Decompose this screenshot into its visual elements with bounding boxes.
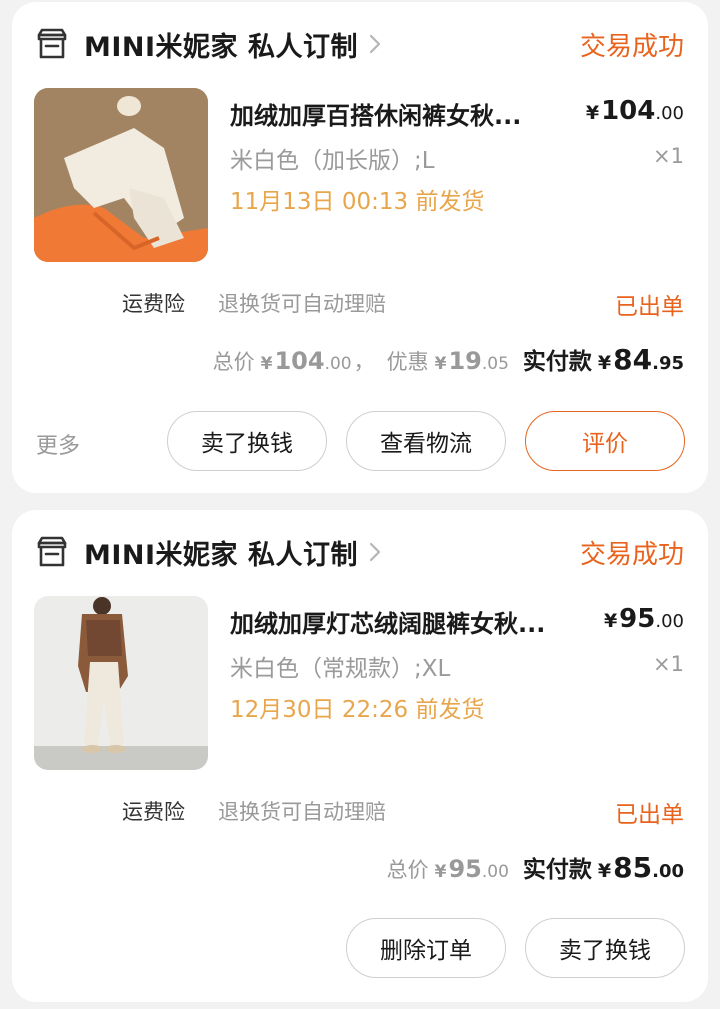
dispatch-status: 已出单 bbox=[615, 294, 684, 320]
product-image[interactable] bbox=[34, 88, 208, 262]
more-button[interactable]: 更多 bbox=[36, 428, 80, 460]
paid-label: 实付款 bbox=[522, 349, 592, 375]
order-card: MINI米妮家 私人订制 交易成功 加绒加厚百搭休闲裤女秋... ¥104.00… bbox=[12, 2, 708, 493]
unit-price: ¥95.00 bbox=[604, 604, 684, 634]
total-amount: ¥104.00 bbox=[260, 347, 352, 375]
order-card: MINI米妮家 私人订制 交易成功 加绒加厚灯芯绒阔腿裤女秋... ¥95.00… bbox=[12, 510, 708, 1002]
product-image[interactable] bbox=[34, 596, 208, 770]
currency-symbol: ¥ bbox=[585, 102, 600, 124]
chevron-right-icon bbox=[369, 542, 381, 562]
paid-amount: ¥84.95 bbox=[597, 343, 684, 376]
order-status: 交易成功 bbox=[579, 32, 684, 62]
shipping-insurance-desc: 退换货可自动理赔 bbox=[218, 292, 386, 316]
total-label: 总价 bbox=[212, 350, 255, 374]
shipping-insurance-label: 运费险 bbox=[122, 800, 185, 824]
chevron-right-icon bbox=[369, 34, 381, 54]
order-totals: 总价 ¥95.00 实付款 ¥85.00 bbox=[387, 850, 684, 884]
unit-price: ¥104.00 bbox=[586, 96, 684, 126]
price-integer: 95 bbox=[619, 604, 656, 634]
product-title[interactable]: 加绒加厚百搭休闲裤女秋... bbox=[230, 96, 521, 131]
paid-label: 实付款 bbox=[522, 857, 592, 883]
product-title[interactable]: 加绒加厚灯芯绒阔腿裤女秋... bbox=[230, 604, 545, 639]
price-decimal: .00 bbox=[655, 611, 684, 632]
total-amount: ¥95.00 bbox=[434, 855, 509, 883]
shop-header[interactable]: MINI米妮家 私人订制 bbox=[34, 532, 382, 572]
price-decimal: .00 bbox=[655, 103, 684, 124]
shop-header[interactable]: MINI米妮家 私人订制 bbox=[34, 24, 382, 64]
shop-name: MINI米妮家 私人订制 bbox=[84, 31, 358, 63]
product-variant: 米白色（常规款）;XL bbox=[230, 656, 451, 682]
discount-amount: ¥19.05 bbox=[434, 347, 509, 375]
review-button[interactable]: 评价 bbox=[525, 411, 685, 471]
quantity: ×1 bbox=[653, 652, 684, 676]
store-icon bbox=[37, 536, 67, 567]
order-status: 交易成功 bbox=[579, 540, 684, 570]
order-totals: 总价 ¥104.00 ， 优惠 ¥19.05 实付款 ¥84.95 bbox=[213, 342, 684, 376]
resell-button[interactable]: 卖了换钱 bbox=[525, 918, 685, 978]
product-variant: 米白色（加长版）;L bbox=[230, 148, 435, 174]
store-icon bbox=[37, 28, 67, 59]
paid-amount: ¥85.00 bbox=[597, 851, 684, 884]
quantity: ×1 bbox=[653, 144, 684, 168]
ship-by-date: 12月30日 22:26 前发货 bbox=[230, 697, 485, 723]
separator: ， bbox=[353, 350, 375, 374]
shipping-insurance-label: 运费险 bbox=[122, 292, 185, 316]
view-logistics-button[interactable]: 查看物流 bbox=[346, 411, 506, 471]
ship-by-date: 11月13日 00:13 前发货 bbox=[230, 189, 485, 215]
discount-label: 优惠 bbox=[386, 350, 429, 374]
resell-button[interactable]: 卖了换钱 bbox=[167, 411, 327, 471]
delete-order-button[interactable]: 删除订单 bbox=[346, 918, 506, 978]
price-integer: 104 bbox=[601, 96, 656, 126]
dispatch-status: 已出单 bbox=[615, 802, 684, 828]
total-label: 总价 bbox=[386, 858, 429, 882]
shop-name: MINI米妮家 私人订制 bbox=[84, 539, 358, 571]
currency-symbol: ¥ bbox=[603, 610, 618, 632]
shipping-insurance-desc: 退换货可自动理赔 bbox=[218, 800, 386, 824]
